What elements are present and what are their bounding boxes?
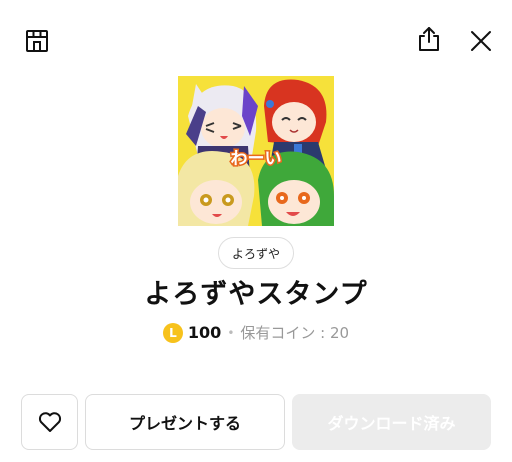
coin-icon: L bbox=[162, 322, 183, 343]
download-button[interactable]: ダウンロード済み bbox=[292, 394, 491, 450]
favorite-button[interactable] bbox=[21, 394, 78, 450]
price-value: 100 bbox=[187, 323, 222, 342]
share-icon[interactable] bbox=[412, 22, 446, 56]
shop-icon[interactable] bbox=[20, 24, 54, 58]
gift-button[interactable]: プレゼントする bbox=[85, 394, 285, 450]
top-bar bbox=[0, 0, 512, 80]
price-row: L 100 • 保有コイン : 20 bbox=[0, 322, 512, 343]
sticker-title: よろずやスタンプ bbox=[144, 279, 368, 310]
owned-coins: 保有コイン : 20 bbox=[240, 324, 350, 342]
heart-icon bbox=[38, 412, 61, 432]
separator-dot: • bbox=[227, 325, 235, 340]
close-icon[interactable] bbox=[464, 24, 498, 58]
author-chip[interactable]: よろずや bbox=[218, 237, 294, 269]
sticker-thumbnail: わーい bbox=[178, 76, 334, 226]
thumbnail-text: わーい bbox=[231, 149, 282, 169]
